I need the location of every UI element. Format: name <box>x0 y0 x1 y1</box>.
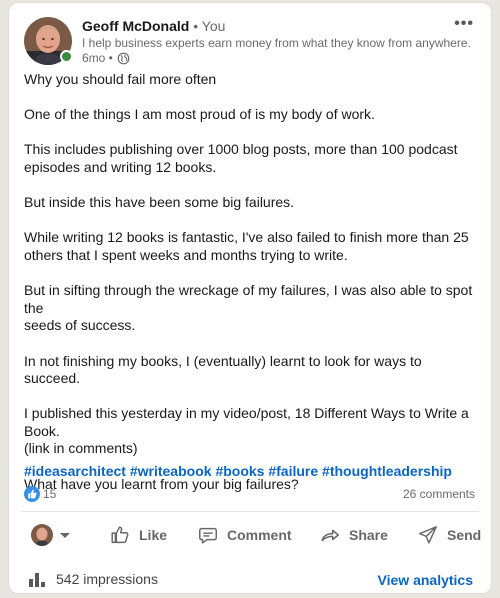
post-age: 6mo • <box>82 51 113 65</box>
comment-icon <box>199 527 217 544</box>
share-arrow-icon <box>321 529 339 542</box>
author-name[interactable]: Geoff McDonald <box>82 18 189 34</box>
comment-button[interactable]: Comment <box>197 521 292 549</box>
view-analytics-link[interactable]: View analytics <box>378 572 473 588</box>
post-paragraph: I published this yesterday in my video/p… <box>24 405 469 457</box>
like-reaction-icon <box>24 486 40 502</box>
author-avatar[interactable] <box>24 17 73 65</box>
impressions-count: 542 impressions <box>56 571 158 587</box>
share-button[interactable]: Share <box>319 521 388 549</box>
hashtag-link[interactable]: #thoughtleadership <box>322 463 452 479</box>
thumbs-up-icon <box>111 526 129 544</box>
hashtag-link[interactable]: #failure <box>268 463 318 479</box>
comment-label: Comment <box>227 527 292 543</box>
divider <box>21 511 479 512</box>
post-body: Why you should fail more often One of th… <box>24 71 477 511</box>
post-paragraph: But in sifting through the wreckage of m… <box>24 282 473 334</box>
post-meta: 6mo • <box>82 51 130 65</box>
hashtag-link[interactable]: #ideasarchitect <box>24 463 126 479</box>
send-label: Send <box>447 527 482 543</box>
reactions-number: 15 <box>43 487 57 501</box>
online-status-dot <box>60 50 73 63</box>
send-button[interactable]: Send <box>417 521 481 549</box>
you-tag: • You <box>193 18 226 34</box>
hashtag-link[interactable]: #books <box>215 463 264 479</box>
post-as-selector[interactable] <box>31 521 70 549</box>
mini-avatar <box>31 524 53 546</box>
post-paragraph: This includes publishing over 1000 blog … <box>24 141 458 175</box>
post-card: Geoff McDonald • You I help business exp… <box>8 2 492 594</box>
globe-icon <box>117 52 130 64</box>
hashtag-link[interactable]: #writeabook <box>130 463 212 479</box>
reactions-count[interactable]: 15 <box>24 486 56 502</box>
share-label: Share <box>349 527 388 543</box>
post-paragraph: One of the things I am most proud of is … <box>24 106 375 123</box>
chevron-down-icon <box>60 532 70 538</box>
impressions[interactable]: 542 impressions <box>28 571 158 587</box>
like-button[interactable]: Like <box>109 521 167 549</box>
post-paragraph: But inside this have been some big failu… <box>24 194 295 211</box>
post-paragraph: While writing 12 books is fantastic, I'v… <box>24 229 469 263</box>
social-counts: 15 26 comments <box>24 484 477 506</box>
post-paragraph: In not finishing my books, I (eventually… <box>24 352 422 387</box>
action-bar: Like Comment Share Send <box>17 516 483 554</box>
bar-chart-icon <box>29 573 45 587</box>
send-icon <box>419 526 437 544</box>
post-header: Geoff McDonald • You I help business exp… <box>24 15 479 67</box>
like-label: Like <box>139 527 168 543</box>
author-headline: I help business experts earn money from … <box>82 36 471 50</box>
hashtags: #ideasarchitect #writeabook #books #fail… <box>24 463 452 479</box>
post-paragraph: Why you should fail more often <box>24 71 217 87</box>
comments-count[interactable]: 26 comments <box>403 487 475 501</box>
post-footer: 542 impressions View analytics <box>9 561 491 593</box>
author-line: Geoff McDonald • You <box>82 18 225 34</box>
more-options-icon[interactable]: ••• <box>454 16 474 32</box>
